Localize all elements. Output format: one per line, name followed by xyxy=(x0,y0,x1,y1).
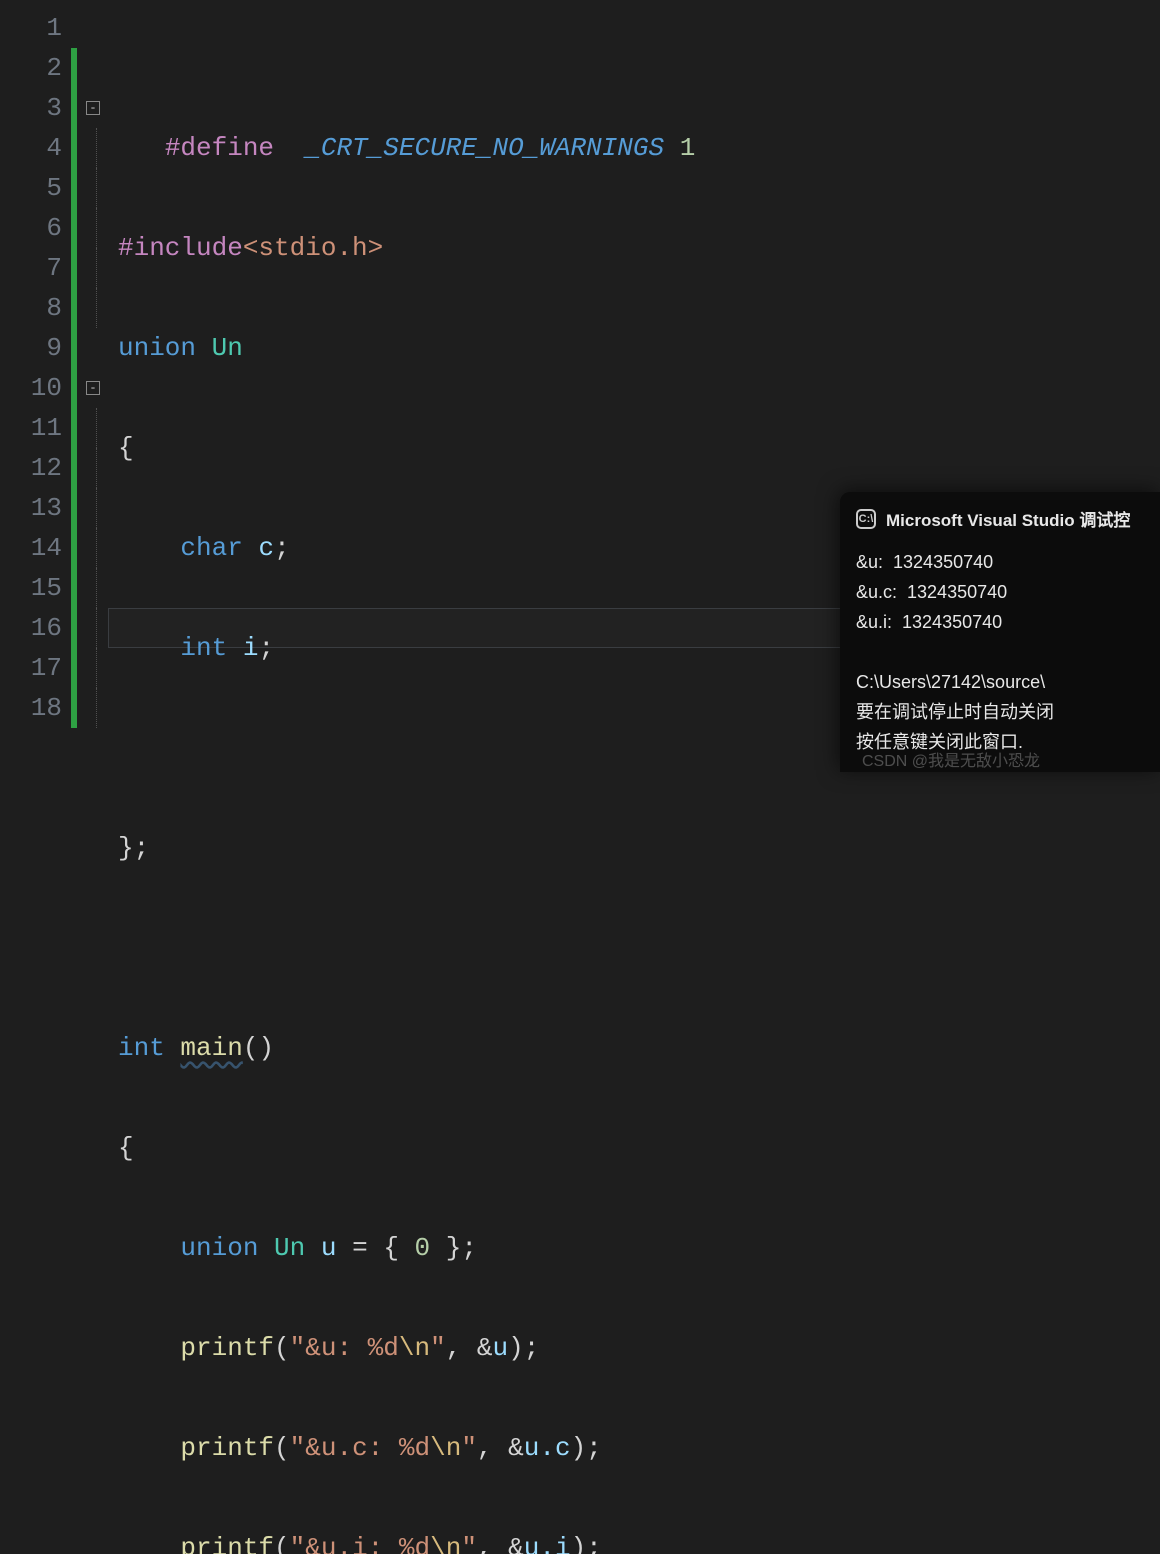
code-line[interactable]: union Un u = { 0 }; xyxy=(108,1228,1160,1268)
code-line[interactable] xyxy=(108,928,1160,968)
console-titlebar[interactable]: C:\ Microsoft Visual Studio 调试控 xyxy=(856,506,1144,531)
line-number: 7 xyxy=(0,248,62,288)
line-number: 3 xyxy=(0,88,62,128)
console-output-line: 按任意键关闭此窗口. xyxy=(856,727,1144,757)
code-line[interactable]: printf("&u.c: %d\n", &u.c); xyxy=(108,1428,1160,1468)
console-output-line: &u.i: 1324350740 xyxy=(856,607,1144,637)
code-line[interactable]: #define _CRT_SECURE_NO_WARNINGS 1 xyxy=(108,128,1160,168)
code-line[interactable]: }; xyxy=(108,828,1160,868)
code-line[interactable]: printf("&u: %d\n", &u); xyxy=(108,1328,1160,1368)
code-line[interactable]: union Un xyxy=(108,328,1160,368)
line-number: 18 xyxy=(0,688,62,728)
line-number: 9 xyxy=(0,328,62,368)
console-output-line: 要在调试停止时自动关闭 xyxy=(856,697,1144,727)
code-line[interactable]: #include<stdio.h> xyxy=(108,228,1160,268)
line-number: 16 xyxy=(0,608,62,648)
line-number: 1 xyxy=(0,8,62,48)
console-output-line: &u: 1324350740 xyxy=(856,547,1144,577)
code-line[interactable]: int main() xyxy=(108,1028,1160,1068)
line-number: 17 xyxy=(0,648,62,688)
code-line[interactable]: { xyxy=(108,1128,1160,1168)
line-number: 12 xyxy=(0,448,62,488)
code-line[interactable]: { xyxy=(108,428,1160,468)
console-output-line: &u.c: 1324350740 xyxy=(856,577,1144,607)
console-output-line xyxy=(856,637,1144,667)
console-icon: C:\ xyxy=(856,509,876,529)
line-number: 14 xyxy=(0,528,62,568)
line-number: 6 xyxy=(0,208,62,248)
debug-console-window[interactable]: C:\ Microsoft Visual Studio 调试控 &u: 1324… xyxy=(840,492,1160,772)
fold-column: - - xyxy=(78,0,108,777)
line-number: 11 xyxy=(0,408,62,448)
line-number: 5 xyxy=(0,168,62,208)
console-output-line: C:\Users\27142\source\ xyxy=(856,667,1144,697)
line-number: 4 xyxy=(0,128,62,168)
fold-toggle-icon[interactable]: - xyxy=(86,381,100,395)
line-number-gutter: 1 2 3 4 5 6 7 8 9 10 11 12 13 14 15 16 1… xyxy=(0,0,70,777)
line-number: 8 xyxy=(0,288,62,328)
line-number: 13 xyxy=(0,488,62,528)
fold-toggle-icon[interactable]: - xyxy=(86,101,100,115)
code-line[interactable]: printf("&u.i: %d\n", &u.i); xyxy=(108,1528,1160,1554)
console-title: Microsoft Visual Studio 调试控 xyxy=(886,506,1130,531)
line-number: 10 xyxy=(0,368,62,408)
line-number: 15 xyxy=(0,568,62,608)
line-number: 2 xyxy=(0,48,62,88)
change-indicator-column xyxy=(70,0,78,777)
